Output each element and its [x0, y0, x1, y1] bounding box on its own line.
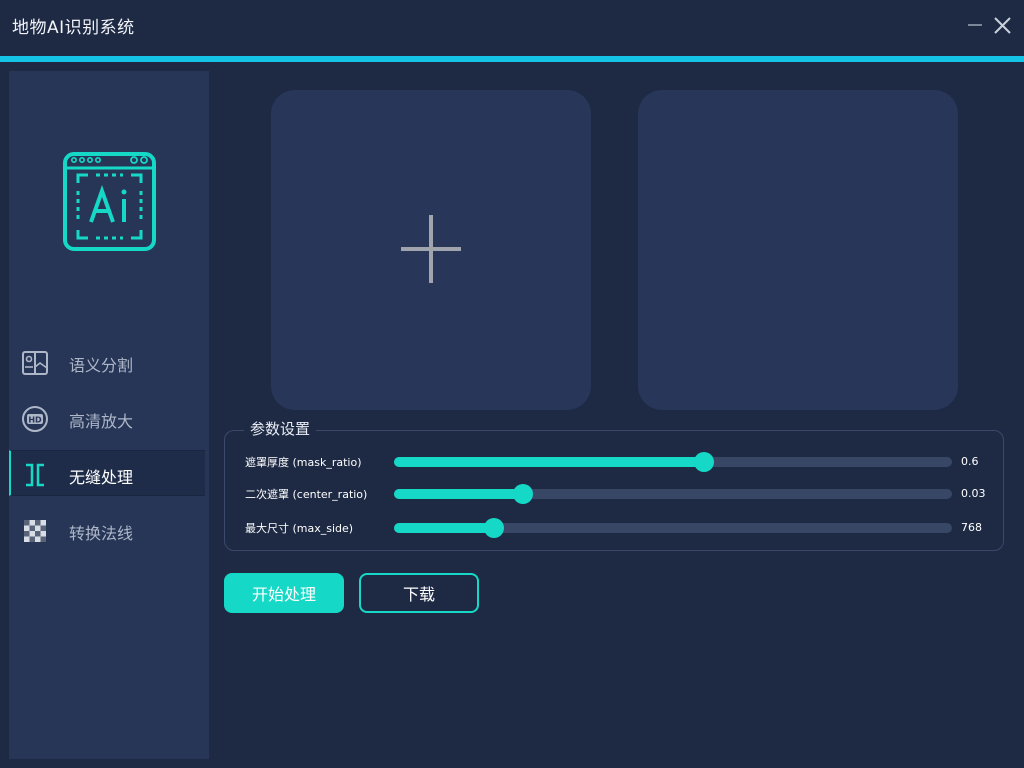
- slider-max-side: 最大尺寸 (max_side) 768: [225, 516, 1005, 540]
- slider-track[interactable]: [394, 518, 952, 538]
- download-button[interactable]: 下载: [359, 573, 479, 613]
- slider-value: 0.6: [961, 455, 979, 468]
- plus-icon[interactable]: [401, 215, 461, 283]
- slider-value: 768: [961, 521, 982, 534]
- slider-fill: [394, 489, 524, 499]
- image-segment-icon: [21, 349, 49, 377]
- slider-fill: [394, 457, 704, 467]
- sidebar-item-normal-map[interactable]: 转换法线: [9, 507, 209, 553]
- slider-thumb[interactable]: [693, 452, 714, 472]
- sidebar-item-label: 语义分割: [69, 356, 134, 375]
- window-title: 地物AI识别系统: [12, 18, 135, 38]
- params-title: 参数设置: [244, 418, 317, 439]
- slider-center-ratio: 二次遮罩 (center_ratio) 0.03: [225, 482, 1005, 506]
- minimize-icon: [968, 24, 982, 26]
- slider-mask-ratio: 遮罩厚度 (mask_ratio) 0.6: [225, 450, 1005, 474]
- sidebar-item-hd-upscale[interactable]: HD 高清放大: [9, 395, 209, 441]
- close-button[interactable]: [989, 12, 1017, 40]
- sidebar-item-semantic-segmentation[interactable]: 语义分割: [9, 339, 209, 385]
- slider-label: 遮罩厚度 (mask_ratio): [245, 456, 362, 469]
- seamless-icon: [21, 461, 49, 489]
- checkerboard-icon: [21, 517, 49, 545]
- slider-track[interactable]: [394, 484, 952, 504]
- start-processing-button[interactable]: 开始处理: [224, 573, 344, 613]
- slider-fill: [394, 523, 494, 533]
- slider-thumb[interactable]: [483, 518, 504, 538]
- sidebar-item-label: 高清放大: [69, 412, 134, 431]
- ai-logo-icon: [62, 151, 157, 252]
- slider-thumb[interactable]: [513, 484, 534, 504]
- close-icon: [994, 17, 1011, 34]
- title-accent-bar: [0, 56, 1024, 62]
- sidebar: 语义分割 HD 高清放大 无缝处理 转换法线: [9, 71, 209, 759]
- input-image-panel[interactable]: [271, 90, 591, 410]
- slider-value: 0.03: [961, 487, 986, 500]
- slider-track[interactable]: [394, 452, 952, 472]
- minimize-button[interactable]: [962, 12, 990, 40]
- sidebar-item-label: 无缝处理: [69, 468, 134, 487]
- sidebar-item-label: 转换法线: [69, 524, 134, 543]
- slider-label: 最大尺寸 (max_side): [245, 522, 354, 535]
- sidebar-item-seamless[interactable]: 无缝处理: [9, 450, 205, 496]
- svg-text:HD: HD: [28, 416, 42, 425]
- slider-label: 二次遮罩 (center_ratio): [245, 488, 368, 501]
- output-image-panel: [638, 90, 958, 410]
- title-bar: 地物AI识别系统: [0, 0, 1024, 56]
- hd-icon: HD: [21, 405, 49, 433]
- params-group: 遮罩厚度 (mask_ratio) 0.6 二次遮罩 (center_ratio…: [224, 430, 1004, 551]
